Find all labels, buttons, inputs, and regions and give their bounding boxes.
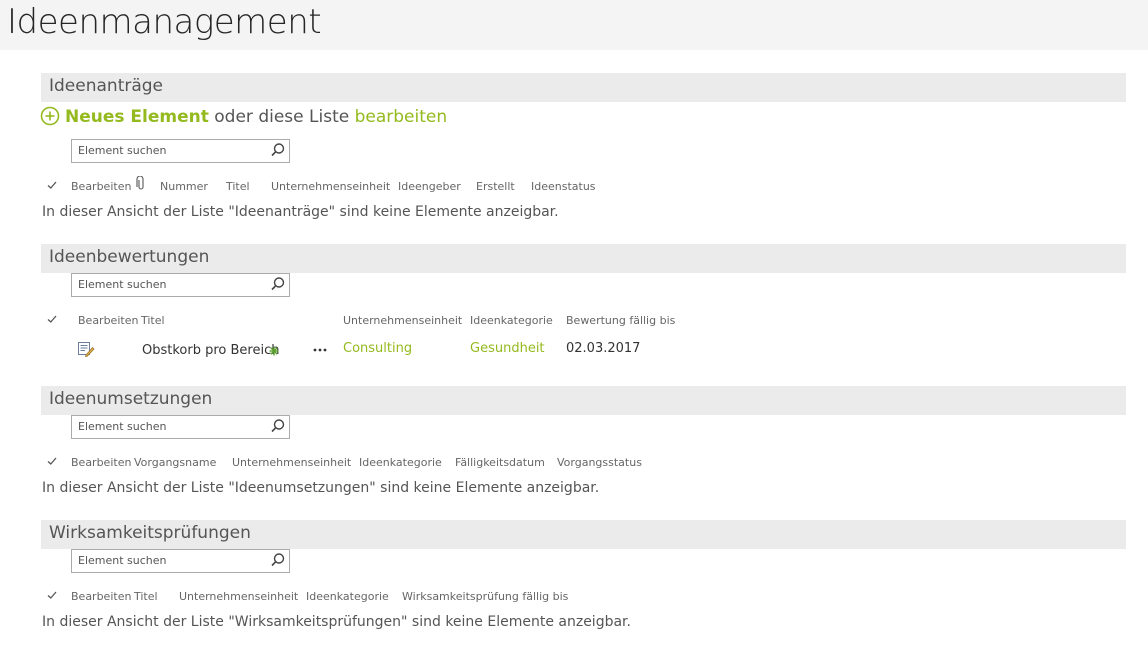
section-header-ideenumsetzungen: Ideenumsetzungen (41, 386, 1126, 415)
column-header-bearbeiten[interactable]: Bearbeiten (78, 314, 138, 327)
empty-list-message: In dieser Ansicht der Liste "Ideenanträg… (42, 204, 559, 220)
column-header-bearbeiten[interactable]: Bearbeiten (71, 180, 131, 193)
row-bewertung-faellig-bis: 02.03.2017 (566, 341, 641, 356)
search-box-ideenumsetzungen[interactable]: Element suchen (71, 415, 290, 439)
section-header-wirksamkeitspruefungen: Wirksamkeitsprüfungen (41, 520, 1126, 549)
checkmark-icon[interactable] (46, 313, 58, 325)
column-header-unternehmenseinheit[interactable]: Unternehmenseinheit (271, 180, 390, 193)
ellipsis-icon[interactable] (313, 348, 327, 352)
section-header-ideenbewertungen: Ideenbewertungen (41, 244, 1126, 273)
edit-list-link[interactable]: bearbeiten (355, 107, 448, 127)
row-ideenkategorie-link[interactable]: Gesundheit (470, 341, 545, 356)
search-icon[interactable] (269, 141, 287, 159)
column-header-bewertung-faellig-bis[interactable]: Bewertung fällig bis (566, 314, 675, 327)
search-input[interactable]: Element suchen (78, 554, 167, 567)
column-header-titel[interactable]: Titel (134, 590, 158, 603)
section-title[interactable]: Wirksamkeitsprüfungen (49, 523, 251, 543)
section-header-ideenantraege: Ideenanträge (41, 73, 1126, 102)
page-title: Ideenmanagement (7, 2, 322, 42)
column-header-erstellt[interactable]: Erstellt (476, 180, 515, 193)
column-header-bearbeiten[interactable]: Bearbeiten (71, 590, 131, 603)
search-icon[interactable] (269, 275, 287, 293)
section-title[interactable]: Ideenumsetzungen (49, 389, 212, 409)
search-box-wirksamkeitspruefungen[interactable]: Element suchen (71, 549, 290, 573)
section-title[interactable]: Ideenanträge (49, 76, 163, 96)
new-item-sparkle-icon (269, 346, 279, 356)
checkmark-icon[interactable] (46, 179, 58, 191)
column-header-titel[interactable]: Titel (226, 180, 250, 193)
search-input[interactable]: Element suchen (78, 144, 167, 157)
search-input[interactable]: Element suchen (78, 278, 167, 291)
search-box-ideenantraege[interactable]: Element suchen (71, 139, 290, 163)
section-title[interactable]: Ideenbewertungen (49, 247, 209, 267)
checkmark-icon[interactable] (46, 589, 58, 601)
row-unternehmenseinheit-link[interactable]: Consulting (343, 341, 412, 356)
paperclip-icon[interactable] (136, 176, 146, 191)
column-header-unternehmenseinheit[interactable]: Unternehmenseinheit (179, 590, 298, 603)
column-header-ideenstatus[interactable]: Ideenstatus (531, 180, 596, 193)
search-input[interactable]: Element suchen (78, 420, 167, 433)
column-header-faelligkeitsdatum[interactable]: Fälligkeitsdatum (455, 456, 545, 469)
search-box-ideenbewertungen[interactable]: Element suchen (71, 273, 290, 297)
page-header: Ideenmanagement (0, 0, 1148, 50)
column-header-ideenkategorie[interactable]: Ideenkategorie (359, 456, 442, 469)
table-row: Obstkorb pro Bereich Consulting Gesundhe… (41, 337, 681, 363)
column-header-nummer[interactable]: Nummer (160, 180, 208, 193)
column-header-titel[interactable]: Titel (141, 314, 165, 327)
column-header-ideenkategorie[interactable]: Ideenkategorie (306, 590, 389, 603)
search-icon[interactable] (269, 551, 287, 569)
new-item-middle-text: oder diese Liste (214, 107, 350, 127)
column-header-vorgangsname[interactable]: Vorgangsname (134, 456, 216, 469)
empty-list-message: In dieser Ansicht der Liste "Wirksamkeit… (42, 614, 631, 630)
column-header-ideenkategorie[interactable]: Ideenkategorie (470, 314, 553, 327)
edit-document-icon[interactable] (77, 341, 95, 357)
column-header-unternehmenseinheit[interactable]: Unternehmenseinheit (232, 456, 351, 469)
plus-circle-icon[interactable] (40, 106, 60, 126)
column-header-vorgangsstatus[interactable]: Vorgangsstatus (557, 456, 642, 469)
checkmark-icon[interactable] (46, 455, 58, 467)
empty-list-message: In dieser Ansicht der Liste "Ideenumsetz… (42, 480, 600, 496)
row-title-link[interactable]: Obstkorb pro Bereich (142, 343, 279, 358)
new-item-bar: Neues Element oder diese Liste bearbeite… (40, 106, 447, 127)
new-item-link[interactable]: Neues Element (65, 107, 209, 127)
column-header-wirksamkeitspruefung-faellig-bis[interactable]: Wirksamkeitsprüfung fällig bis (402, 590, 568, 603)
column-header-ideengeber[interactable]: Ideengeber (398, 180, 461, 193)
column-header-bearbeiten[interactable]: Bearbeiten (71, 456, 131, 469)
search-icon[interactable] (269, 417, 287, 435)
column-header-unternehmenseinheit[interactable]: Unternehmenseinheit (343, 314, 462, 327)
